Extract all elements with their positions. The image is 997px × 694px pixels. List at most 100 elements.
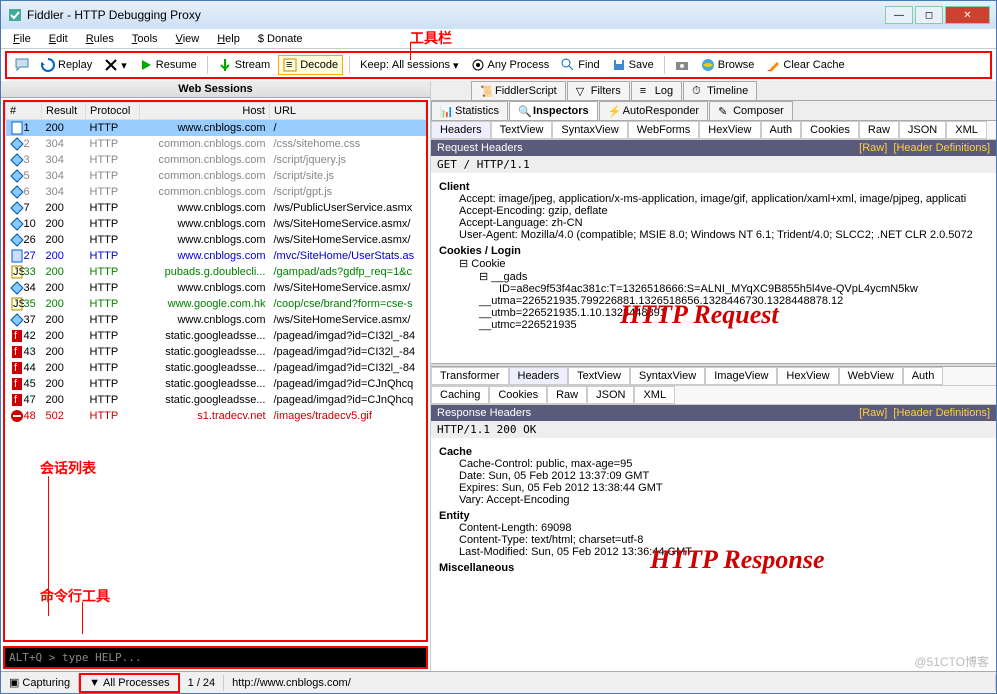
session-row[interactable]: 10200HTTPwww.cnblogs.com/ws/SiteHomeServ… — [6, 216, 426, 232]
menu-view[interactable]: View — [168, 31, 208, 47]
resp-raw-link[interactable]: [Raw] — [859, 407, 887, 419]
session-row[interactable]: f47200HTTPstatic.googleadsse.../pagead/i… — [6, 392, 426, 408]
browse-button[interactable]: Browse — [697, 56, 759, 74]
session-row[interactable]: 26200HTTPwww.cnblogs.com/ws/SiteHomeServ… — [6, 232, 426, 248]
right-pane: 📜FiddlerScript ▽Filters ≡Log ⏱Timeline 📊… — [431, 81, 996, 671]
funnel-icon: ▼ — [89, 677, 100, 689]
resptab-syntaxview[interactable]: SyntaxView — [630, 367, 705, 385]
toolbar: Replay ▾ Resume Stream ≡Decode Keep: All… — [5, 51, 992, 79]
reqtab-xml[interactable]: XML — [946, 121, 987, 139]
session-row[interactable]: 5304HTTPcommon.cnblogs.com/script/site.j… — [6, 168, 426, 184]
req-raw-link[interactable]: [Raw] — [859, 142, 887, 154]
decode-button[interactable]: ≡Decode — [278, 55, 343, 75]
menu-help[interactable]: Help — [209, 31, 248, 47]
find-button[interactable]: Find — [557, 56, 603, 74]
stats-icon: 📊 — [440, 105, 452, 117]
reqtab-auth[interactable]: Auth — [761, 121, 802, 139]
maximize-button[interactable]: ◻ — [915, 6, 943, 24]
col-result[interactable]: Result — [42, 103, 86, 120]
any-process-button[interactable]: Any Process — [467, 56, 554, 74]
resptab-headers[interactable]: Headers — [509, 367, 569, 385]
resptab-caching[interactable]: Caching — [431, 386, 489, 404]
autoresp-icon: ⚡ — [608, 105, 620, 117]
session-row[interactable]: f42200HTTPstatic.googleadsse.../pagead/i… — [6, 328, 426, 344]
session-row[interactable]: 1200HTTPwww.cnblogs.com/ — [6, 120, 426, 137]
command-line[interactable]: ALT+Q > type HELP... — [3, 646, 428, 669]
session-row[interactable]: 6304HTTPcommon.cnblogs.com/script/gpt.js — [6, 184, 426, 200]
reqtab-syntaxview[interactable]: SyntaxView — [552, 121, 627, 139]
top-tabs-row1: 📜FiddlerScript ▽Filters ≡Log ⏱Timeline — [431, 81, 996, 101]
tab-inspectors[interactable]: 🔍Inspectors — [509, 101, 598, 120]
session-row[interactable]: 7200HTTPwww.cnblogs.com/ws/PublicUserSer… — [6, 200, 426, 216]
session-row[interactable]: f43200HTTPstatic.googleadsse.../pagead/i… — [6, 344, 426, 360]
status-capturing[interactable]: ▣Capturing — [1, 674, 79, 691]
reqtab-cookies[interactable]: Cookies — [801, 121, 859, 139]
session-row[interactable]: 3304HTTPcommon.cnblogs.com/script/jquery… — [6, 152, 426, 168]
ie-icon — [701, 58, 715, 72]
tab-composer[interactable]: ✎Composer — [709, 101, 793, 120]
menu-donate[interactable]: $ Donate — [250, 31, 311, 47]
req-defs-link[interactable]: [Header Definitions] — [893, 142, 990, 154]
resptab-webview[interactable]: WebView — [839, 367, 903, 385]
minimize-button[interactable]: — — [885, 6, 913, 24]
resptab-json[interactable]: JSON — [587, 386, 634, 404]
reqtab-hexview[interactable]: HexView — [699, 121, 760, 139]
resptab-cookies[interactable]: Cookies — [489, 386, 547, 404]
resp-date: Date: Sun, 05 Feb 2012 13:37:09 GMT — [439, 470, 988, 482]
resume-button[interactable]: Resume — [135, 56, 201, 74]
reqtab-raw[interactable]: Raw — [859, 121, 899, 139]
resp-vary: Vary: Accept-Encoding — [439, 494, 988, 506]
tab-timeline[interactable]: ⏱Timeline — [683, 81, 757, 100]
sessions-grid[interactable]: # Result Protocol Host URL 1200HTTPwww.c… — [3, 100, 428, 642]
reqtab-webforms[interactable]: WebForms — [628, 121, 700, 139]
resptab-transformer[interactable]: Transformer — [431, 367, 509, 385]
comment-button[interactable] — [11, 56, 33, 74]
col-host[interactable]: Host — [140, 103, 270, 120]
session-row[interactable]: 27200HTTPwww.cnblogs.com/mvc/SiteHome/Us… — [6, 248, 426, 264]
resptab-textview[interactable]: TextView — [568, 367, 630, 385]
tab-filters[interactable]: ▽Filters — [567, 81, 630, 100]
status-all-processes[interactable]: ▼All Processes — [79, 673, 180, 693]
keep-dropdown[interactable]: Keep: All sessions ▾ — [356, 57, 462, 74]
reqtab-textview[interactable]: TextView — [491, 121, 553, 139]
resptab-hexview[interactable]: HexView — [777, 367, 838, 385]
decode-icon: ≡ — [283, 58, 297, 72]
stream-button[interactable]: Stream — [214, 56, 274, 74]
camera-icon — [675, 58, 689, 72]
req-client-group: Client — [439, 181, 988, 193]
close-button[interactable]: ✕ — [945, 6, 990, 24]
session-row[interactable]: f45200HTTPstatic.googleadsse.../pagead/i… — [6, 376, 426, 392]
resptab-raw[interactable]: Raw — [547, 386, 587, 404]
screenshot-button[interactable] — [671, 56, 693, 74]
tab-statistics[interactable]: 📊Statistics — [431, 101, 508, 120]
find-icon — [561, 58, 575, 72]
session-row[interactable]: JS33200HTTPpubads.g.doublecli.../gampad/… — [6, 264, 426, 280]
session-row[interactable]: 48502HTTPs1.tradecv.net/images/tradecv5.… — [6, 408, 426, 424]
session-row[interactable]: 37200HTTPwww.cnblogs.com/ws/SiteHomeServ… — [6, 312, 426, 328]
remove-button[interactable]: ▾ — [100, 56, 131, 74]
resptab-auth[interactable]: Auth — [903, 367, 944, 385]
replay-button[interactable]: Replay — [37, 56, 96, 74]
reqtab-json[interactable]: JSON — [899, 121, 946, 139]
menu-tools[interactable]: Tools — [124, 31, 166, 47]
session-row[interactable]: f44200HTTPstatic.googleadsse.../pagead/i… — [6, 360, 426, 376]
clear-cache-button[interactable]: Clear Cache — [762, 56, 848, 74]
col-url[interactable]: URL — [270, 103, 426, 120]
resptab-imageview[interactable]: ImageView — [705, 367, 777, 385]
reqtab-headers[interactable]: Headers — [431, 121, 491, 139]
col-protocol[interactable]: Protocol — [86, 103, 140, 120]
session-row[interactable]: 2304HTTPcommon.cnblogs.com/css/sitehome.… — [6, 136, 426, 152]
menu-rules[interactable]: Rules — [78, 31, 122, 47]
menu-file[interactable]: File — [5, 31, 39, 47]
status-url: http://www.cnblogs.com/ — [224, 675, 996, 691]
resptab-xml[interactable]: XML — [634, 386, 675, 404]
session-row[interactable]: 34200HTTPwww.cnblogs.com/ws/SiteHomeServ… — [6, 280, 426, 296]
tab-fiddlerscript[interactable]: 📜FiddlerScript — [471, 81, 566, 100]
tab-log[interactable]: ≡Log — [631, 81, 682, 100]
save-button[interactable]: Save — [608, 56, 658, 74]
session-row[interactable]: JS35200HTTPwww.google.com.hk/coop/cse/br… — [6, 296, 426, 312]
resp-defs-link[interactable]: [Header Definitions] — [893, 407, 990, 419]
tab-autoresponder[interactable]: ⚡AutoResponder — [599, 101, 708, 120]
col-num[interactable]: # — [6, 103, 42, 120]
menu-edit[interactable]: Edit — [41, 31, 76, 47]
